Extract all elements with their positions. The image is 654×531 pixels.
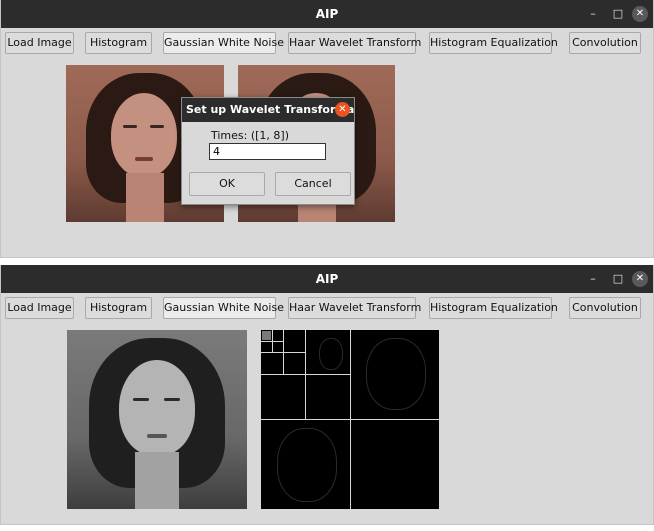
times-label: Times: ([1, 8]) (211, 129, 290, 142)
main-window-top: AIP – □ ✕ Load Image Histogram Gaussian … (0, 0, 654, 258)
maximize-icon[interactable]: □ (610, 271, 626, 287)
wavelet-setup-dialog: Set up Wavelet Transforma... ✕ Times: ([… (181, 97, 355, 205)
times-input[interactable] (209, 143, 326, 160)
title-bar[interactable]: AIP – □ ✕ (1, 265, 653, 293)
wavelet-transform-image (261, 330, 439, 509)
gaussian-white-noise-button[interactable]: Gaussian White Noise (163, 297, 284, 319)
histogram-button[interactable]: Histogram (85, 297, 152, 319)
title-bar[interactable]: AIP – □ ✕ (1, 0, 653, 28)
convolution-button[interactable]: Convolution (569, 297, 641, 319)
grayscale-image (67, 330, 247, 509)
main-window-bottom: AIP – □ ✕ Load Image Histogram Gaussian … (0, 265, 654, 525)
histogram-equalization-button[interactable]: Histogram Equalization (429, 297, 558, 319)
load-image-button[interactable]: Load Image (5, 32, 74, 54)
close-icon[interactable]: ✕ (632, 6, 648, 22)
cancel-button[interactable]: Cancel (275, 172, 351, 196)
gaussian-white-noise-button[interactable]: Gaussian White Noise (163, 32, 284, 54)
dialog-close-icon[interactable]: ✕ (335, 102, 350, 117)
close-icon[interactable]: ✕ (632, 271, 648, 287)
maximize-icon[interactable]: □ (610, 6, 626, 22)
minimize-icon[interactable]: – (585, 271, 601, 287)
dialog-title[interactable]: Set up Wavelet Transforma... (182, 98, 354, 122)
haar-wavelet-transform-button[interactable]: Haar Wavelet Transform (288, 32, 421, 54)
convolution-button[interactable]: Convolution (569, 32, 641, 54)
ok-button[interactable]: OK (189, 172, 265, 196)
window-title: AIP (315, 272, 339, 286)
load-image-button[interactable]: Load Image (5, 297, 74, 319)
histogram-equalization-button[interactable]: Histogram Equalization (429, 32, 558, 54)
haar-wavelet-transform-button[interactable]: Haar Wavelet Transform (288, 297, 421, 319)
window-title: AIP (315, 7, 339, 21)
minimize-icon[interactable]: – (585, 6, 601, 22)
histogram-button[interactable]: Histogram (85, 32, 152, 54)
